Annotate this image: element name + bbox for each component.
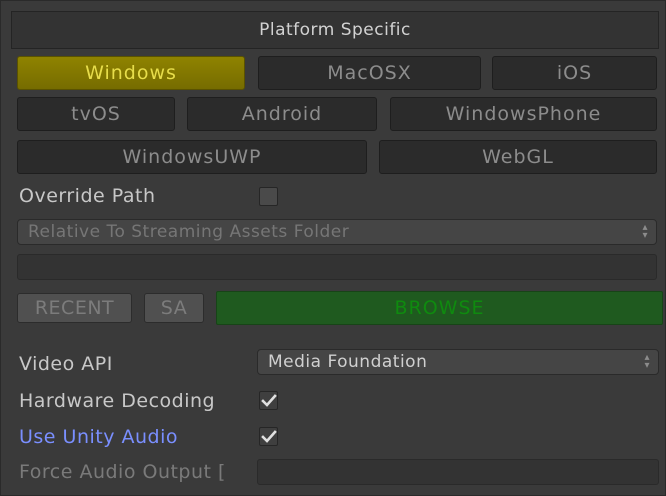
- tab-ios[interactable]: iOS: [492, 56, 657, 90]
- force-audio-output-label: Force Audio Output [: [19, 461, 226, 483]
- video-api-value: Media Foundation: [268, 352, 428, 372]
- browse-button-label: BROWSE: [394, 297, 485, 319]
- recent-button[interactable]: RECENT: [17, 293, 132, 323]
- section-title: Platform Specific: [259, 20, 411, 40]
- checkmark-icon: [260, 429, 277, 443]
- tab-webgl-label: WebGL: [482, 146, 554, 168]
- sa-button-label: SA: [160, 297, 188, 319]
- tab-windowsphone[interactable]: WindowsPhone: [390, 97, 657, 131]
- path-field[interactable]: [17, 254, 657, 280]
- recent-button-label: RECENT: [34, 297, 115, 319]
- dropdown-arrows-icon: ▴ ▾: [642, 222, 648, 241]
- checkmark-icon: [260, 393, 277, 407]
- tab-android[interactable]: Android: [187, 97, 377, 131]
- tab-windowsuwp-label: WindowsUWP: [122, 146, 262, 168]
- override-path-label: Override Path: [19, 185, 156, 207]
- tab-windowsphone-label: WindowsPhone: [445, 103, 602, 125]
- hardware-decoding-label: Hardware Decoding: [19, 390, 216, 412]
- inspector-panel: Platform Specific Windows MacOSX iOS tvO…: [0, 0, 666, 496]
- video-api-dropdown[interactable]: Media Foundation ▴ ▾: [257, 349, 659, 375]
- use-unity-audio-label: Use Unity Audio: [19, 426, 178, 448]
- browse-button[interactable]: BROWSE: [216, 291, 663, 325]
- tab-tvos-label: tvOS: [71, 103, 121, 125]
- video-api-label: Video API: [19, 353, 113, 375]
- relative-to-dropdown[interactable]: Relative To Streaming Assets Folder ▴ ▾: [17, 219, 657, 245]
- override-path-checkbox[interactable]: [259, 187, 278, 206]
- dropdown-arrows-icon: ▴ ▾: [644, 352, 650, 371]
- tab-webgl[interactable]: WebGL: [379, 140, 657, 174]
- relative-to-value: Relative To Streaming Assets Folder: [28, 222, 350, 242]
- tab-windows-label: Windows: [85, 62, 177, 84]
- tab-windows[interactable]: Windows: [17, 56, 245, 90]
- sa-button[interactable]: SA: [144, 293, 204, 323]
- tab-tvos[interactable]: tvOS: [17, 97, 175, 131]
- tab-macosx-label: MacOSX: [327, 62, 412, 84]
- tab-ios-label: iOS: [556, 62, 593, 84]
- tab-windowsuwp[interactable]: WindowsUWP: [17, 140, 367, 174]
- section-header: Platform Specific: [11, 11, 659, 49]
- tab-android-label: Android: [241, 103, 323, 125]
- use-unity-audio-checkbox[interactable]: [259, 427, 278, 446]
- force-audio-output-field[interactable]: [257, 459, 659, 485]
- hardware-decoding-checkbox[interactable]: [259, 391, 278, 410]
- tab-macosx[interactable]: MacOSX: [258, 56, 481, 90]
